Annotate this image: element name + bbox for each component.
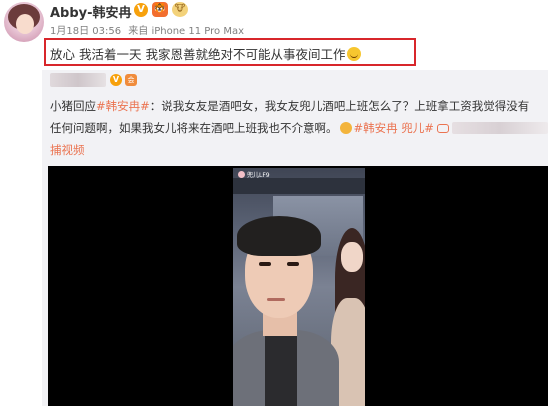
repost-member-badge-icon: 会 — [125, 74, 137, 86]
verified-badge-icon: V — [134, 3, 148, 17]
cat-emoji-icon — [339, 122, 352, 134]
video-link[interactable]: 捕视频 — [50, 143, 85, 157]
author-name[interactable]: Abby-韩安冉 — [50, 2, 132, 21]
video-man-hair — [237, 216, 321, 256]
repost-text-line2: 任何问题啊，如果我女儿将来在酒吧上班我也不介意啊。 #韩安冉 兜儿# — [50, 120, 548, 136]
video-bg-ceiling — [233, 178, 365, 194]
author-avatar[interactable] — [4, 2, 44, 42]
video-man-eye — [287, 262, 299, 266]
video-overlay-info: 兜儿LF9 — [238, 170, 270, 179]
repost-text-line1: 小猪回应#韩安冉#：说我女友是酒吧女，我女友兜儿酒吧上班怎么了？上班拿工资我觉得… — [50, 98, 529, 114]
repost-verified-badge-icon: V — [110, 74, 122, 86]
repost-text-part: 任何问题啊，如果我女儿将来在酒吧上班我也不介意啊。 — [50, 121, 338, 135]
streamer-name: 兜儿LF9 — [247, 172, 270, 179]
smile-emoji-icon — [347, 47, 362, 61]
avatar-face — [16, 14, 34, 34]
hashtag-link[interactable]: 兜儿# — [401, 121, 434, 135]
cow-badge-icon: 🐮 — [172, 2, 188, 17]
post-text-content: 放心 我活着一天 我家恩善就绝对不可能从事夜间工作 — [50, 47, 346, 62]
video-frame[interactable] — [233, 168, 365, 406]
repost-prefix: 小猪回应 — [50, 99, 96, 113]
video-man-shirt — [265, 328, 297, 406]
post-source: 来自 iPhone 11 Pro Max — [128, 26, 245, 37]
post-date[interactable]: 1月18日 03:56 — [50, 26, 121, 37]
video-man-eye — [259, 262, 271, 266]
video-man-mouth — [267, 298, 285, 301]
repost-text-part: ：说我女友是酒吧女，我女友兜儿酒吧上班怎么了？上班拿工资我觉得没有 — [149, 99, 530, 113]
post-text: 放心 我活着一天 我家恩善就绝对不可能从事夜间工作 — [50, 44, 362, 63]
video-person-face — [341, 242, 363, 272]
obscured-link[interactable] — [451, 122, 548, 134]
repost-text-line3: 捕视频 — [50, 142, 85, 158]
hashtag-link[interactable]: #韩安冉# — [96, 99, 150, 113]
post-meta: 1月18日 03:56 来自 iPhone 11 Pro Max — [50, 22, 248, 37]
tiger-badge-icon: 🐯 — [152, 2, 168, 17]
repost-author-obscured[interactable] — [50, 73, 106, 87]
video-link-icon[interactable] — [436, 124, 449, 133]
hashtag-link[interactable]: #韩安冉 — [354, 121, 398, 135]
streamer-avatar-icon — [238, 171, 245, 178]
